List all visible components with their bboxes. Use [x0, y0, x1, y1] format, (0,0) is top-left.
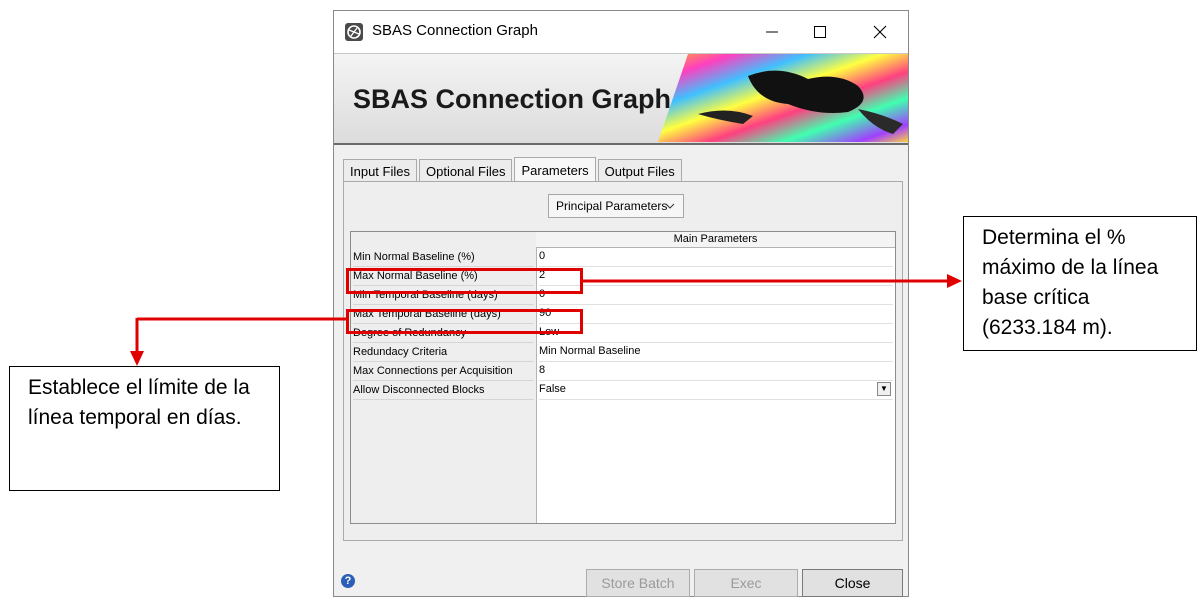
arrow-to-right-callout	[583, 274, 962, 288]
right-callout: Determina el % máximo de la línea base c…	[963, 216, 1197, 351]
left-callout: Establece el límite de la línea temporal…	[9, 366, 280, 491]
arrow-to-left-callout	[130, 317, 346, 366]
